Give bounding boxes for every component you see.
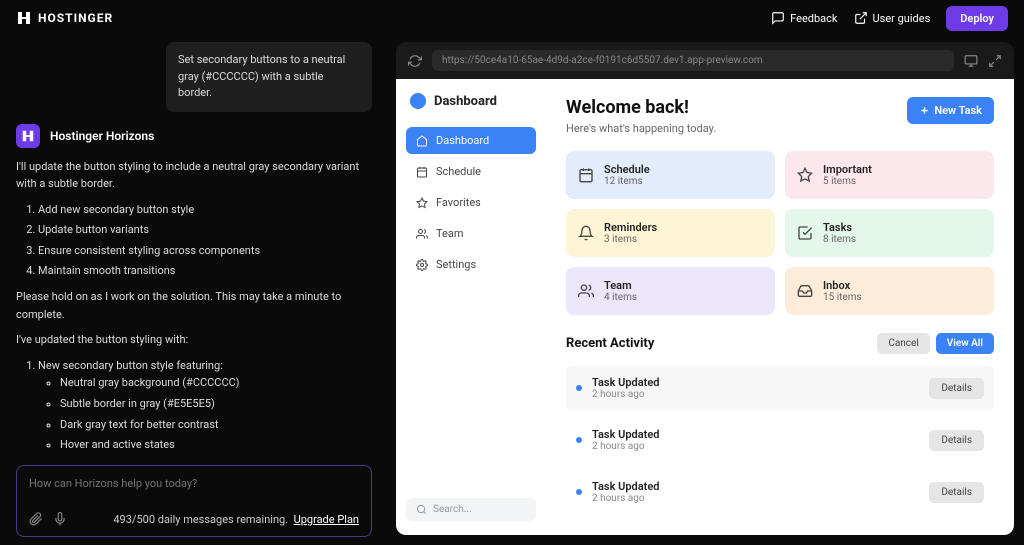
browser-bar: https://50ce4a10-65ae-4d9d-a2ce-f0191c6d… xyxy=(396,42,1014,79)
home-icon xyxy=(416,135,428,147)
card-important[interactable]: Important5 items xyxy=(785,151,994,199)
recent-activity: Recent Activity Cancel View All Task Upd… xyxy=(566,333,994,514)
topbar-actions: Feedback User guides Deploy xyxy=(771,6,1008,31)
sidebar-title: Dashboard xyxy=(406,93,536,109)
input-footer: 493/500 daily messages remaining. Upgrad… xyxy=(29,512,359,526)
card-tasks[interactable]: Tasks8 items xyxy=(785,209,994,257)
preview-sidebar: Dashboard Dashboard Schedule Favorites T… xyxy=(396,79,546,535)
main-layout: Set secondary buttons to a neutral gray … xyxy=(0,36,1024,545)
user-message: Set secondary buttons to a neutral gray … xyxy=(166,42,372,112)
nav-team[interactable]: Team xyxy=(406,220,536,247)
assistant-avatar xyxy=(16,124,40,148)
steps-list: Add new secondary button style Update bu… xyxy=(16,201,372,280)
attachment-icon[interactable] xyxy=(29,512,43,526)
devices-icon[interactable] xyxy=(964,54,978,68)
chat-input-box: 493/500 daily messages remaining. Upgrad… xyxy=(16,465,372,537)
search-icon xyxy=(416,504,427,515)
updates-list: New secondary button style featuring: Ne… xyxy=(16,357,372,457)
assistant-name: Hostinger Horizons xyxy=(50,129,154,143)
assistant-header: Hostinger Horizons xyxy=(16,124,372,148)
deploy-button[interactable]: Deploy xyxy=(946,6,1008,31)
user-guides-link[interactable]: User guides xyxy=(854,11,931,25)
cancel-button[interactable]: Cancel xyxy=(877,333,929,354)
microphone-icon[interactable] xyxy=(53,512,67,526)
brand-logo: HOSTINGER xyxy=(16,10,113,26)
welcome-title: Welcome back! xyxy=(566,97,716,118)
activity-header: Recent Activity Cancel View All xyxy=(566,333,994,354)
sidebar-logo-dot xyxy=(410,93,426,109)
details-button[interactable]: Details xyxy=(929,430,984,451)
app-preview: Dashboard Dashboard Schedule Favorites T… xyxy=(396,79,1014,535)
preview-pane: https://50ce4a10-65ae-4d9d-a2ce-f0191c6d… xyxy=(396,42,1014,535)
reload-icon[interactable] xyxy=(408,54,422,68)
activity-dot xyxy=(576,489,582,495)
feedback-link[interactable]: Feedback xyxy=(771,11,837,25)
nav-schedule[interactable]: Schedule xyxy=(406,158,536,185)
upgrade-link[interactable]: Upgrade Plan xyxy=(294,513,359,526)
hostinger-icon xyxy=(16,10,32,26)
preview-content: Welcome back! Here's what's happening to… xyxy=(546,79,1014,535)
view-all-button[interactable]: View All xyxy=(936,333,994,354)
activity-row: Task Updated2 hours ago Details xyxy=(566,366,994,410)
external-link-icon xyxy=(854,11,868,25)
hostinger-icon xyxy=(21,129,35,143)
activity-buttons: Cancel View All xyxy=(877,333,994,354)
star-icon xyxy=(416,197,428,209)
card-inbox[interactable]: Inbox15 items xyxy=(785,267,994,315)
browser-icons xyxy=(964,54,1002,68)
plus-icon xyxy=(919,105,930,116)
url-bar[interactable]: https://50ce4a10-65ae-4d9d-a2ce-f0191c6d… xyxy=(432,50,954,71)
topbar: HOSTINGER Feedback User guides Deploy xyxy=(0,0,1024,36)
nav-dashboard[interactable]: Dashboard xyxy=(406,127,536,154)
chat-pane: Set secondary buttons to a neutral gray … xyxy=(0,36,388,545)
activity-row: Task Updated2 hours ago Details xyxy=(566,470,994,514)
quota-text: 493/500 daily messages remaining. Upgrad… xyxy=(113,513,359,526)
users-icon xyxy=(416,228,428,240)
details-button[interactable]: Details xyxy=(929,378,984,399)
check-icon xyxy=(797,225,813,241)
inbox-icon xyxy=(797,283,813,299)
brand-text: HOSTINGER xyxy=(38,11,113,25)
expand-icon[interactable] xyxy=(988,54,1002,68)
details-button[interactable]: Details xyxy=(929,482,984,503)
nav-favorites[interactable]: Favorites xyxy=(406,189,536,216)
calendar-icon xyxy=(416,166,428,178)
activity-row: Task Updated2 hours ago Details xyxy=(566,418,994,462)
card-reminders[interactable]: Reminders3 items xyxy=(566,209,775,257)
gear-icon xyxy=(416,259,428,271)
chat-input[interactable] xyxy=(29,477,359,490)
welcome-subtitle: Here's what's happening today. xyxy=(566,122,716,135)
card-team[interactable]: Team4 items xyxy=(566,267,775,315)
sidebar-search[interactable]: Search... xyxy=(406,498,536,521)
activity-dot xyxy=(576,385,582,391)
new-task-button[interactable]: New Task xyxy=(907,97,994,124)
card-schedule[interactable]: Schedule12 items xyxy=(566,151,775,199)
chat-bubble-icon xyxy=(771,11,785,25)
assistant-message: I'll update the button styling to includ… xyxy=(16,158,372,458)
stat-cards: Schedule12 items Important5 items Remind… xyxy=(566,151,994,315)
activity-dot xyxy=(576,437,582,443)
users-icon xyxy=(578,283,594,299)
content-header: Welcome back! Here's what's happening to… xyxy=(566,97,994,135)
activity-title: Recent Activity xyxy=(566,336,654,351)
nav-settings[interactable]: Settings xyxy=(406,251,536,278)
star-icon xyxy=(797,167,813,183)
calendar-icon xyxy=(578,167,594,183)
bell-icon xyxy=(578,225,594,241)
input-icons xyxy=(29,512,67,526)
